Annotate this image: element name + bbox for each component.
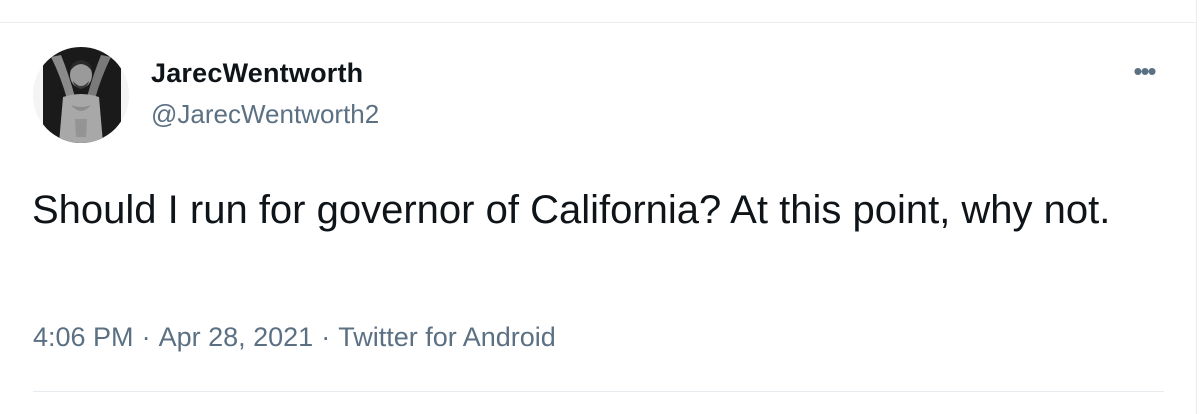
tweet-time[interactable]: 4:06 PM xyxy=(33,322,134,353)
avatar[interactable] xyxy=(33,47,129,143)
more-options-icon[interactable]: ••• xyxy=(1122,56,1166,86)
author-display-name[interactable]: JarecWentworth xyxy=(151,58,363,89)
meta-separator: · xyxy=(321,322,331,352)
avatar-image xyxy=(33,47,129,143)
tweet-meta: 4:06 PM · Apr 28, 2021 · Twitter for Android xyxy=(33,322,556,353)
bottom-divider xyxy=(33,391,1164,392)
tweet-text: Should I run for governor of California?… xyxy=(32,188,1111,232)
tweet-date[interactable]: Apr 28, 2021 xyxy=(159,322,314,353)
top-divider xyxy=(0,22,1197,23)
tweet-card: JarecWentworth @JarecWentworth2 ••• Shou… xyxy=(0,0,1197,414)
author-handle[interactable]: @JarecWentworth2 xyxy=(151,99,379,130)
meta-separator: · xyxy=(141,322,151,352)
tweet-source[interactable]: Twitter for Android xyxy=(338,322,556,353)
